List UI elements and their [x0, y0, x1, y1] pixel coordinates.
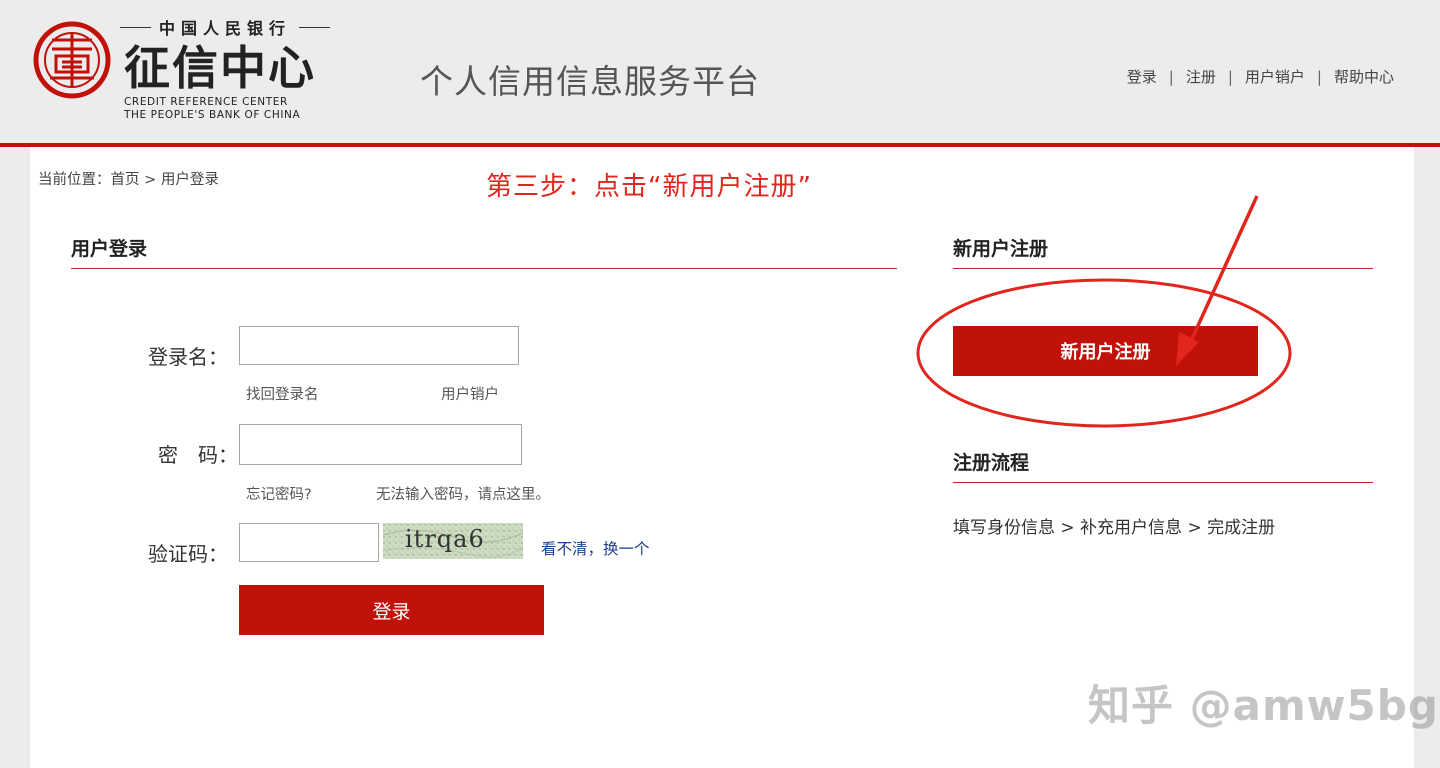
register-process-divider [953, 482, 1373, 483]
login-button[interactable]: 登录 [239, 585, 544, 635]
cannot-input-password-link[interactable]: 无法输入密码，请点这里。 [376, 483, 550, 504]
captcha-input[interactable] [239, 523, 379, 562]
credit-center-emblem-icon [33, 21, 111, 99]
captcha-text: itrqa6 [405, 525, 485, 553]
top-nav: 登录 | 注册 | 用户销户 | 帮助中心 [1127, 66, 1394, 87]
password-label: 密 码： [158, 443, 238, 467]
watermark: 知乎 @amw5bg [1088, 681, 1439, 730]
logo-english-line2: THE PEOPLE'S BANK OF CHINA [124, 109, 301, 121]
logo-name: 征信中心 [124, 41, 316, 95]
username-label: 登录名： [148, 345, 228, 369]
annotation-step-text: 第三步：点击“新用户注册” [486, 172, 812, 202]
logo-english-line1: CREDIT REFERENCE CENTER [124, 96, 288, 108]
cancel-account-link[interactable]: 用户销户 [441, 383, 499, 404]
register-process-title: 注册流程 [953, 452, 1030, 474]
nav-separator: | [1168, 67, 1174, 86]
logo[interactable]: 中国人民银行 征信中心 CREDIT REFERENCE CENTER THE … [32, 14, 332, 124]
recover-username-link[interactable]: 找回登录名 [246, 383, 319, 404]
refresh-captcha-link[interactable]: 看不清，换一个 [541, 537, 650, 559]
captcha-image[interactable]: itrqa6 [383, 523, 523, 559]
register-section-title: 新用户注册 [953, 238, 1049, 260]
nav-cancel-account-link[interactable]: 用户销户 [1245, 66, 1305, 87]
logo-org: 中国人民银行 [120, 16, 331, 38]
breadcrumb: 当前位置：首页 > 用户登录 [38, 172, 219, 188]
app-root: 中国人民银行 征信中心 CREDIT REFERENCE CENTER THE … [0, 0, 1440, 768]
nav-separator: | [1227, 67, 1233, 86]
login-section-title: 用户登录 [71, 238, 148, 260]
username-input[interactable] [239, 326, 519, 365]
password-input[interactable] [239, 424, 522, 465]
forgot-password-link[interactable]: 忘记密码? [246, 483, 312, 504]
captcha-label: 验证码： [148, 542, 228, 566]
site-header: 中国人民银行 征信中心 CREDIT REFERENCE CENTER THE … [0, 0, 1440, 143]
register-process-steps: 填写身份信息 > 补充用户信息 > 完成注册 [953, 518, 1276, 538]
login-section-divider [71, 268, 897, 269]
register-section-divider [953, 268, 1373, 269]
new-user-register-button[interactable]: 新用户注册 [953, 326, 1258, 376]
nav-separator: | [1316, 67, 1322, 86]
nav-help-center-link[interactable]: 帮助中心 [1334, 66, 1394, 87]
nav-register-link[interactable]: 注册 [1186, 66, 1216, 87]
platform-title: 个人信用信息服务平台 [420, 62, 760, 101]
nav-login-link[interactable]: 登录 [1127, 66, 1157, 87]
